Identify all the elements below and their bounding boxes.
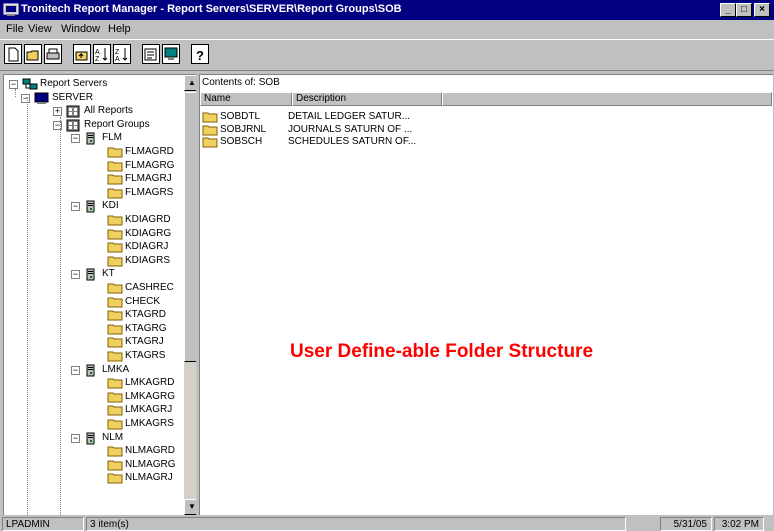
item-name: SOBJRNL (220, 123, 267, 135)
app-icon (3, 3, 19, 16)
tree-label: LMKA (102, 363, 130, 375)
expander-icon[interactable]: − (71, 365, 80, 375)
tree-label: CHECK (125, 295, 161, 307)
svg-text:Z: Z (115, 49, 120, 56)
tree-label: Report Servers (40, 78, 108, 89)
tree-scrollbar[interactable]: ▲ ▼ (184, 75, 196, 515)
folder-icon (202, 136, 218, 152)
menu-bar: File View Window Help (0, 20, 774, 38)
contents-pane[interactable]: Contents of: SOB Name Description SOBDTL… (199, 74, 773, 515)
tree-label: FLMAGRS (125, 186, 174, 198)
scroll-thumb[interactable] (184, 92, 196, 362)
item-description: DETAIL LEDGER SATUR... (288, 111, 411, 122)
item-name: SOBSCH (220, 136, 263, 147)
tree-label: LMKAGRD (125, 377, 175, 389)
svg-text:Z: Z (95, 56, 100, 63)
svg-text:A: A (95, 49, 100, 56)
tree-label: KDIAGRJ (125, 241, 169, 253)
item-name: SOBDTL (220, 111, 261, 122)
tree-label: LMKAGRG (125, 390, 176, 402)
item-description: SCHEDULES SATURN OF... (288, 136, 417, 147)
tree-label: All Reports (84, 105, 133, 117)
menu-file[interactable]: File (6, 23, 24, 35)
menu-view[interactable]: View (28, 23, 52, 35)
contents-label: Contents of: SOB (202, 77, 280, 88)
expander-icon[interactable]: + (53, 107, 62, 117)
group-icon (84, 268, 98, 286)
sort-descending-icon[interactable]: ZA (113, 44, 131, 64)
tree-label: KDIAGRS (125, 254, 171, 266)
tree-label: KTAGRS (125, 350, 166, 361)
tree-label: NLMAGRG (125, 458, 176, 470)
tree-label: CASHREC (125, 282, 174, 293)
tree-label: Report Groups (84, 118, 150, 130)
column-header-blank (442, 92, 772, 106)
folder-icon (107, 472, 123, 489)
menu-help[interactable]: Help (108, 23, 131, 35)
open-icon[interactable] (24, 44, 42, 64)
tree-label: FLM (102, 132, 122, 144)
close-button[interactable]: × (754, 3, 770, 17)
tree-label: KTAGRD (125, 309, 166, 321)
expander-icon[interactable]: − (21, 93, 30, 103)
column-header-description[interactable]: Description (292, 92, 442, 106)
svg-text:A: A (115, 56, 120, 63)
tree-label: KTAGRG (125, 322, 167, 334)
tree-label: LMKAGRS (125, 418, 174, 429)
tree-label: KTAGRJ (125, 336, 164, 348)
monitor-icon[interactable] (162, 44, 180, 64)
tree-label: NLMAGRD (125, 445, 176, 457)
tree-label: FLMAGRJ (125, 173, 172, 185)
help-icon[interactable]: ? (191, 44, 209, 64)
toolbar: AZ ZA ? (0, 39, 774, 71)
properties-icon[interactable] (142, 44, 160, 64)
status-bar: LPADMIN 3 item(s) 5/31/05 3:02 PM (0, 516, 774, 531)
tree-label: KDIAGRG (125, 227, 172, 239)
new-icon[interactable] (4, 44, 22, 64)
tree-label: NLMAGRJ (125, 472, 173, 484)
status-item-count: 3 item(s) (86, 517, 626, 531)
tree-connector (27, 97, 28, 515)
expander-icon[interactable]: − (71, 202, 80, 212)
menu-window[interactable]: Window (61, 23, 100, 35)
expander-icon[interactable]: − (9, 80, 18, 89)
annotation-text: User Define-able Folder Structure (290, 341, 594, 362)
tree-connector (15, 89, 16, 97)
status-date: 5/31/05 (660, 517, 712, 531)
column-header-name[interactable]: Name (200, 92, 292, 106)
status-time: 3:02 PM (714, 517, 764, 531)
tree-label: FLMAGRG (125, 159, 175, 171)
tree-label: SERVER (52, 91, 93, 103)
expander-icon[interactable]: − (71, 433, 80, 443)
expander-icon[interactable]: − (71, 270, 80, 280)
maximize-button[interactable]: □ (736, 3, 752, 17)
expander-icon[interactable]: − (71, 134, 80, 144)
window-title: Tronitech Report Manager - Report Server… (21, 3, 402, 15)
item-description: JOURNALS SATURN OF ... (288, 123, 413, 135)
tree-connector (60, 117, 61, 515)
group-icon (84, 132, 98, 150)
up-folder-icon[interactable] (73, 44, 91, 64)
title-bar[interactable]: Tronitech Report Manager - Report Server… (0, 0, 774, 20)
group-icon (84, 364, 98, 382)
tree-label: KDIAGRD (125, 214, 171, 225)
status-user: LPADMIN (2, 517, 84, 531)
sort-ascending-icon[interactable]: AZ (93, 44, 111, 64)
tree-label: KT (102, 268, 115, 280)
tree-label: KDI (102, 200, 119, 212)
svg-text:?: ? (196, 48, 204, 63)
tree-label: LMKAGRJ (125, 404, 173, 416)
group-icon (84, 200, 98, 218)
scroll-up-button[interactable]: ▲ (184, 75, 196, 91)
print-icon[interactable] (44, 44, 62, 64)
minimize-button[interactable]: _ (720, 3, 736, 17)
tree-label: FLMAGRD (125, 146, 174, 157)
group-icon (84, 432, 98, 450)
scroll-down-button[interactable]: ▼ (184, 499, 196, 515)
tree-label: NLM (102, 431, 124, 443)
folder-icon (34, 92, 50, 110)
tree-pane[interactable]: − Report Servers − SERVER + All Reports − Repor… (3, 74, 196, 515)
